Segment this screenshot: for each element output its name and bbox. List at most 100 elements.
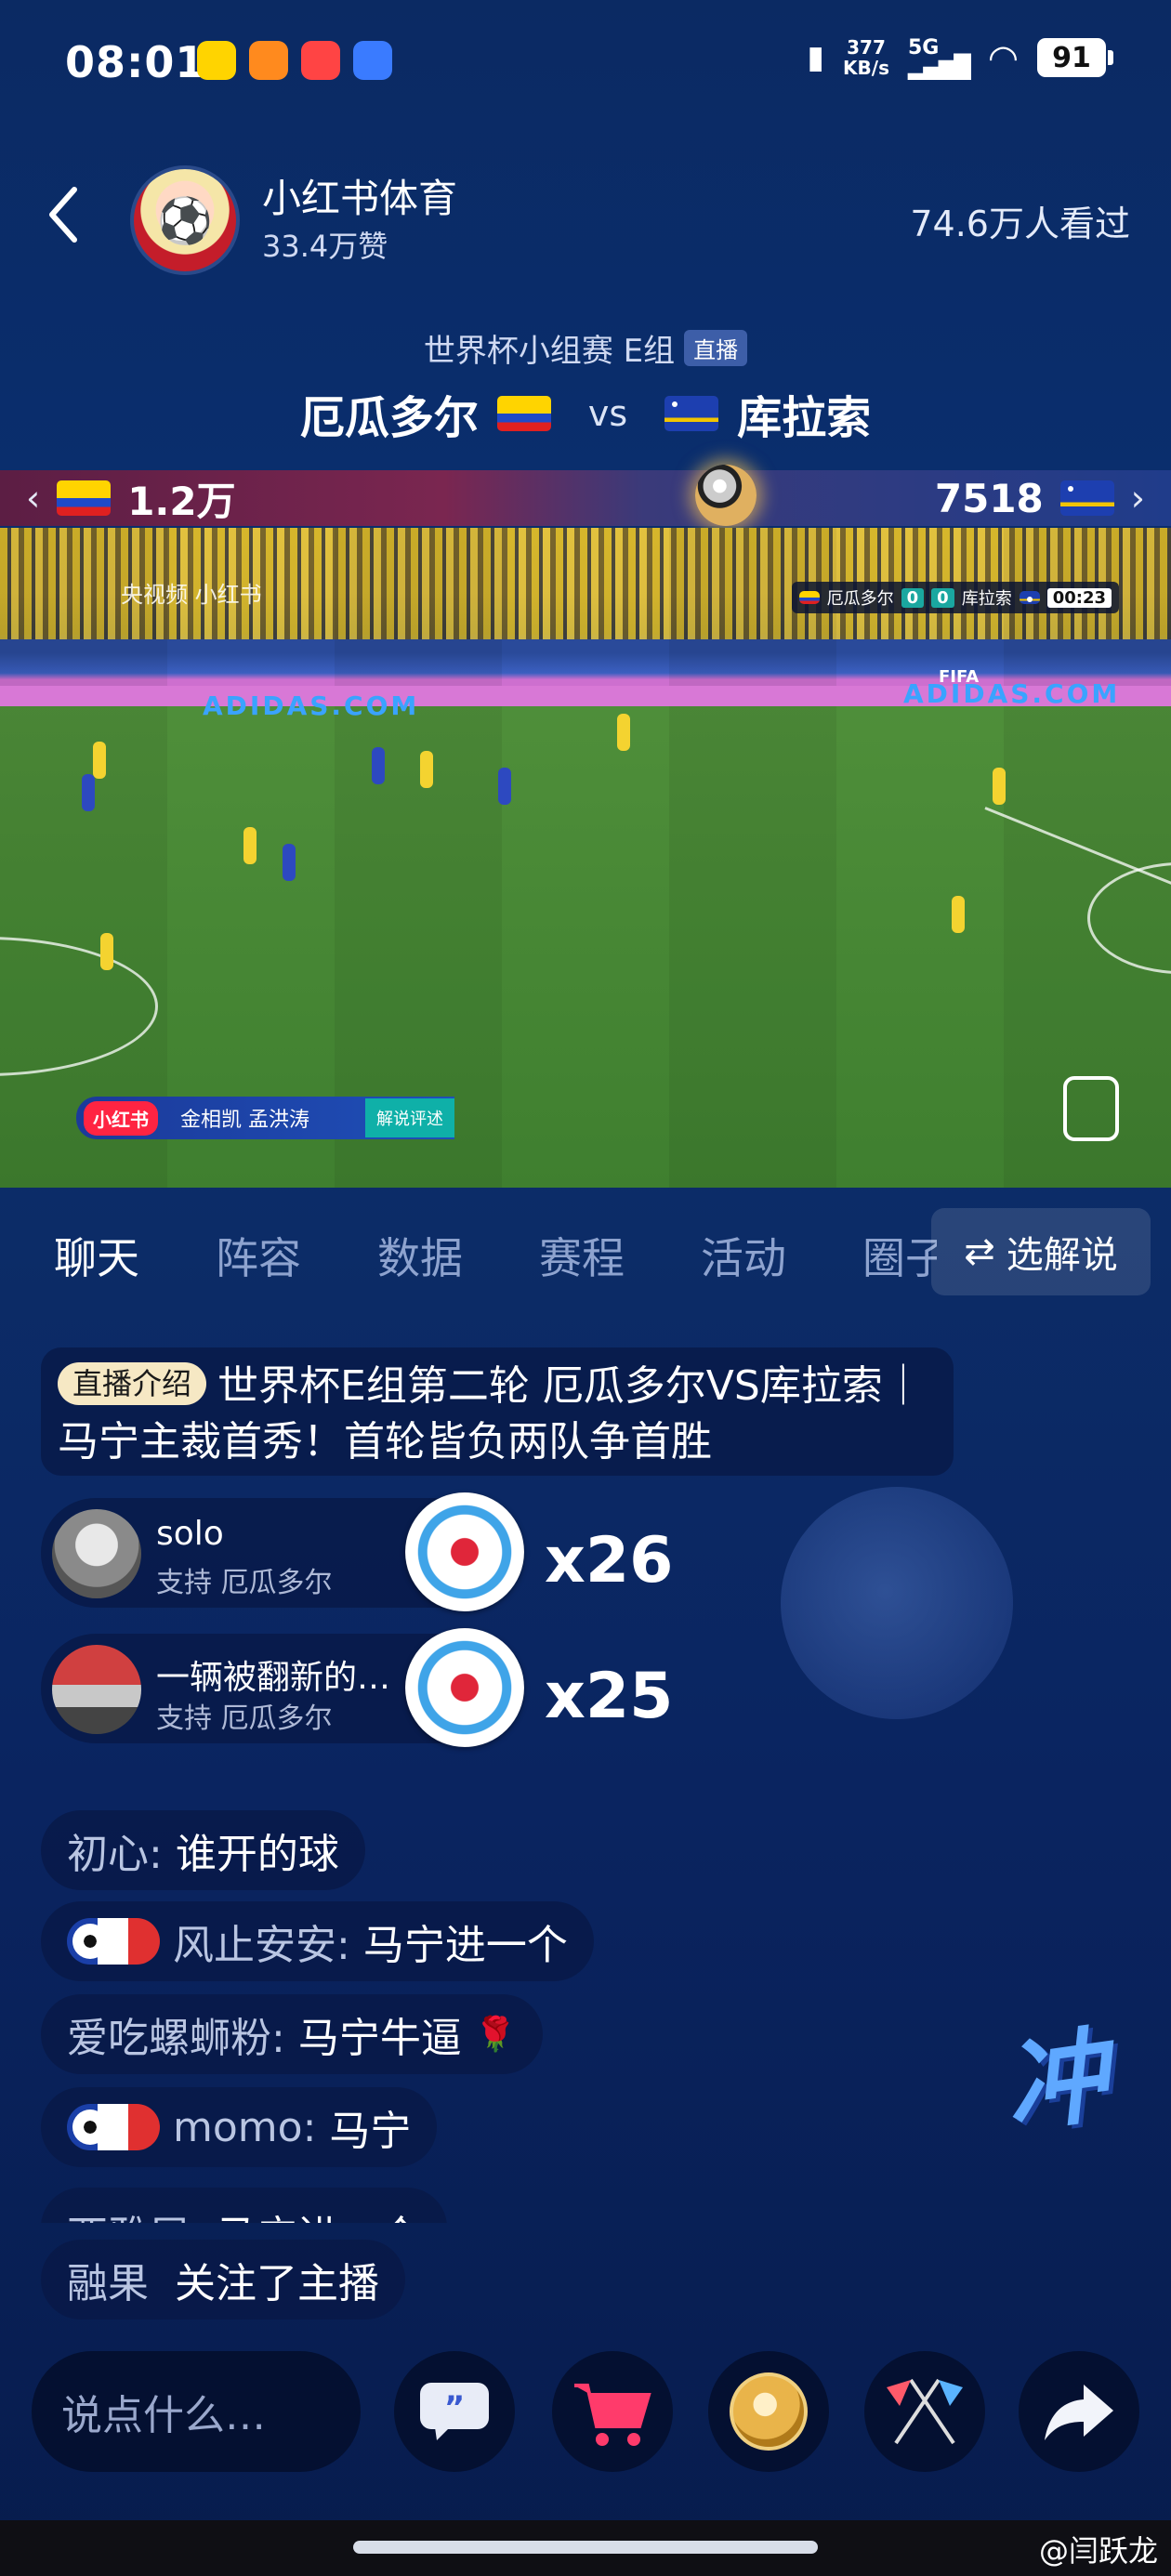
football-icon xyxy=(730,2372,808,2451)
ecuador-flag-icon xyxy=(57,480,112,516)
home-support-count[interactable]: 1.2万 xyxy=(127,470,235,527)
net-speed: 377 KB/s xyxy=(843,36,889,79)
chat-message[interactable]: 爱吃螺蛳粉: 马宁牛逼 🌹 xyxy=(41,1994,543,2074)
live-intro: 直播介绍 世界杯E组第二轮 厄瓜多尔VS库拉索｜马宁主裁首秀！首轮皆负两队争首胜 xyxy=(41,1347,954,1476)
app-notification-icon xyxy=(249,41,288,80)
chat-message[interactable]: 西雅居: 马宁进一个 xyxy=(41,2188,447,2223)
star-football-gift-icon xyxy=(405,1628,524,1747)
match-subtitle: 世界杯小组赛 E组 直播 xyxy=(0,325,1171,371)
host-avatar[interactable]: ⚽ xyxy=(130,165,240,275)
fifa-logo: FIFA xyxy=(939,667,980,687)
shopping-cart-icon xyxy=(574,2384,651,2446)
decorative-football-icon xyxy=(781,1487,1013,1719)
live-video-player[interactable]: ADIDAS.COM ADIDAS.COM FIFA 央视频 小红书 厄瓜多尔 … xyxy=(0,528,1171,1188)
share-button[interactable] xyxy=(1019,2351,1139,2472)
rose-icon: 🌹 xyxy=(474,2016,517,2054)
comment-icon: ” xyxy=(420,2383,489,2440)
host-likes: 33.4万赞 xyxy=(262,229,388,264)
player xyxy=(93,742,106,779)
player xyxy=(993,768,1006,805)
tab-activity[interactable]: 活动 xyxy=(701,1225,786,1286)
xiaohongshu-logo: 小红书 xyxy=(84,1100,158,1136)
player xyxy=(952,896,965,933)
player xyxy=(243,827,257,864)
app-notification-icon xyxy=(353,41,392,80)
player xyxy=(617,714,630,751)
app-notification-icon xyxy=(197,41,236,80)
chat-message[interactable]: 初心: 谁开的球 xyxy=(41,1810,365,1890)
choose-commentator-button[interactable]: ⇄ 选解说 xyxy=(931,1208,1151,1295)
cheer-button[interactable]: 冲 xyxy=(993,1991,1115,2153)
football-icon xyxy=(695,465,757,526)
gift-row: solo 支持 厄瓜多尔 xyxy=(41,1492,524,1611)
player xyxy=(420,751,433,788)
chat-input[interactable]: 说点什么… xyxy=(32,2351,361,2472)
notification-icons xyxy=(197,41,392,80)
rotate-screen-icon[interactable] xyxy=(1063,1076,1119,1141)
wifi-icon: ◠ xyxy=(987,37,1019,78)
player xyxy=(283,844,296,881)
viewer-count: 74.6万人看过 xyxy=(910,204,1130,244)
match-title: 厄瓜多尔 vs 库拉索 xyxy=(0,381,1171,446)
share-icon xyxy=(1045,2385,1113,2440)
curacao-flag-icon xyxy=(1059,480,1114,516)
tab-stats[interactable]: 数据 xyxy=(377,1225,463,1286)
scorebug: 厄瓜多尔 0 0 库拉索 00:23 xyxy=(791,582,1119,613)
tab-circle[interactable]: 圈子 xyxy=(862,1225,937,1286)
shop-button[interactable] xyxy=(552,2351,673,2472)
player xyxy=(100,933,113,970)
live-badge: 直播 xyxy=(684,330,748,366)
curacao-flag-icon xyxy=(664,396,719,431)
intro-tag: 直播介绍 xyxy=(58,1362,207,1405)
follow-notice: 融果 关注了主播 xyxy=(41,2240,405,2320)
ecuador-flag-icon xyxy=(496,396,551,431)
ad-text: ADIDAS.COM xyxy=(203,690,420,721)
chat-message[interactable]: momo: 马宁 xyxy=(41,2087,438,2167)
ecuador-flag-icon xyxy=(798,591,820,604)
ad-text: ADIDAS.COM xyxy=(903,678,1121,709)
battery-icon: 91 xyxy=(1037,38,1113,77)
svg-text:”: ” xyxy=(444,2389,465,2426)
football-gift-button[interactable] xyxy=(708,2351,829,2472)
status-time: 08:01 xyxy=(65,37,206,87)
support-left-arrow-icon[interactable]: ‹ xyxy=(26,478,40,519)
crossed-flags-icon xyxy=(887,2378,963,2445)
team-away-name: 库拉索 xyxy=(737,392,872,444)
support-bar: ‹ 1.2万 7518 › xyxy=(0,465,1171,527)
star-football-gift-icon xyxy=(405,1492,524,1611)
back-button[interactable] xyxy=(45,182,100,256)
away-support-count[interactable]: 7518 xyxy=(935,476,1044,521)
player xyxy=(372,747,385,784)
gift-count: x26 xyxy=(545,1524,674,1597)
home-indicator[interactable] xyxy=(353,2541,818,2554)
avatar[interactable] xyxy=(52,1645,141,1734)
cheer-flags-button[interactable] xyxy=(864,2351,985,2472)
vs-label: vs xyxy=(587,393,628,434)
swap-arrows-icon: ⇄ xyxy=(964,1230,995,1273)
comment-button[interactable]: ” xyxy=(394,2351,515,2472)
fan-badge-icon xyxy=(67,2104,160,2150)
chat-message[interactable]: 风止安安: 马宁进一个 xyxy=(41,1901,594,1981)
team-home-name: 厄瓜多尔 xyxy=(299,392,479,444)
vibrate-icon: ▮ xyxy=(807,39,825,76)
host-name[interactable]: 小红书体育 xyxy=(262,167,457,224)
tab-schedule[interactable]: 赛程 xyxy=(539,1225,625,1286)
gift-count: x25 xyxy=(545,1660,674,1733)
gift-row: 一辆被翻新的… 支持 厄瓜多尔 xyxy=(41,1628,524,1747)
tab-chat[interactable]: 聊天 xyxy=(54,1225,139,1286)
chevron-left-icon xyxy=(49,187,77,243)
broadcast-watermark: 央视频 小红书 xyxy=(121,582,262,608)
status-bar: 08:01 ▮ 377 KB/s 5G ▂▄▆█ ◠ 91 xyxy=(0,0,1171,130)
player xyxy=(498,768,511,805)
avatar[interactable] xyxy=(52,1509,141,1598)
support-right-arrow-icon[interactable]: › xyxy=(1131,478,1145,519)
curacao-flag-icon xyxy=(1019,591,1040,604)
tab-lineup[interactable]: 阵容 xyxy=(216,1225,301,1286)
signal-icon: 5G ▂▄▆█ xyxy=(908,36,971,80)
commentator-names: 金相凯 孟洪涛 xyxy=(180,1109,309,1132)
weibo-notification-icon xyxy=(301,41,340,80)
weibo-watermark: @闫跃龙 xyxy=(1038,2533,1158,2569)
fan-badge-icon xyxy=(67,1918,160,1965)
player xyxy=(82,774,95,811)
commentary-label: 解说评述 xyxy=(365,1098,454,1137)
